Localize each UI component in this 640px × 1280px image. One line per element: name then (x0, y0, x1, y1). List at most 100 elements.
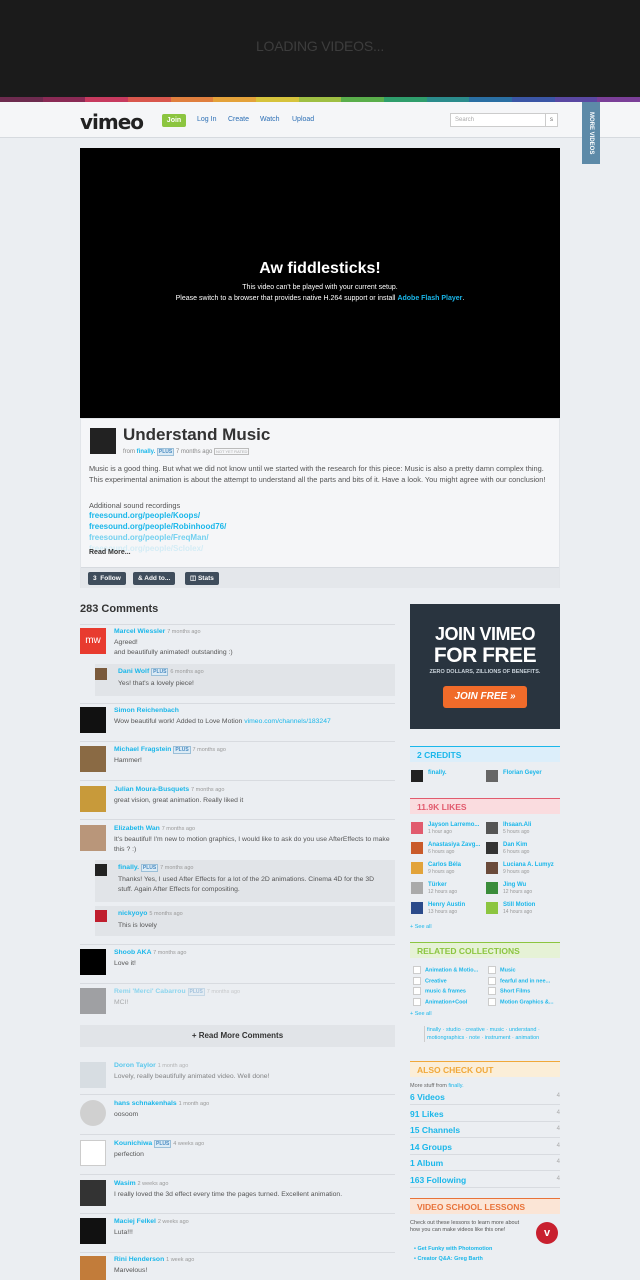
divider (80, 1252, 395, 1253)
sound-link[interactable]: freesound.org/people/FreqMan/ (89, 533, 209, 542)
add-to-button[interactable]: & Add to... (133, 572, 176, 585)
avatar[interactable] (80, 988, 106, 1014)
avatar[interactable] (95, 910, 107, 922)
divider (80, 703, 395, 704)
search-input[interactable]: Search s (450, 113, 558, 127)
ad-title: JOIN VIMEO (434, 624, 536, 644)
vimeo-logo[interactable]: vimeo (80, 110, 144, 134)
stats-button[interactable]: ◫ Stats (185, 572, 219, 585)
avatar[interactable] (80, 1256, 106, 1280)
video-player[interactable]: Aw fiddlesticks! This video can't be pla… (80, 148, 560, 418)
sound-link[interactable]: freesound.org/people/Koops/ (89, 511, 200, 520)
avatar[interactable] (80, 746, 106, 772)
flash-player-link[interactable]: Adobe Flash Player (397, 295, 462, 302)
collection-icon (413, 966, 421, 974)
join-vimeo-ad[interactable]: JOIN VIMEO FOR FREE ZERO DOLLARS, ZILLIO… (410, 604, 560, 729)
comment-author[interactable]: nickyoyo 5 months ago (118, 910, 183, 917)
comment-author[interactable]: Julian Moura-Busquets 7 months ago (114, 786, 224, 793)
search-icon[interactable]: s (545, 114, 557, 126)
collection-item[interactable]: Creative (413, 976, 447, 985)
likes-see-all[interactable]: + See all (410, 924, 432, 930)
collection-item[interactable]: fearful and in nee... (488, 976, 550, 985)
join-free-button[interactable]: JOIN FREE » (443, 686, 527, 708)
more-videos-tab[interactable]: MORE VIDEOS (582, 102, 600, 164)
comment-text: This is lovely (118, 922, 157, 929)
lesson-link[interactable]: • Get Funky with Photomotion (414, 1246, 492, 1252)
also-item[interactable]: 15 Channels 4 (410, 1122, 560, 1138)
avatar[interactable]: mw (80, 628, 106, 654)
read-more-link[interactable]: Read More... (89, 549, 131, 556)
comment-author[interactable]: Dani Wolf PLUS 6 months ago (118, 668, 204, 676)
comment-author[interactable]: Michael Fragstein PLUS 7 months ago (114, 746, 226, 754)
avatar (486, 902, 498, 914)
also-item[interactable]: 91 Likes 4 (410, 1106, 560, 1122)
collection-item[interactable]: Music (488, 966, 516, 974)
also-item[interactable]: 6 Videos 4 (410, 1089, 560, 1105)
collection-item[interactable]: Short Films (488, 987, 530, 995)
collections-see-all[interactable]: + See all (410, 1011, 432, 1017)
comment-author[interactable]: Maciej Felkel 2 weeks ago (114, 1218, 189, 1225)
avatar (411, 862, 423, 874)
also-item[interactable]: 1 Album 4 (410, 1155, 560, 1171)
comment-author[interactable]: finally. PLUS 7 months ago (118, 864, 193, 872)
comment-author[interactable]: Wasim 2 weeks ago (114, 1180, 168, 1187)
read-more-comments-button[interactable]: + Read More Comments (80, 1025, 395, 1047)
avatar[interactable] (80, 1100, 106, 1126)
comment-author[interactable]: Elizabeth Wan 7 months ago (114, 825, 195, 832)
avatar (486, 882, 498, 894)
comment-author[interactable]: Rini Henderson 1 week ago (114, 1256, 194, 1263)
avatar[interactable] (80, 707, 106, 733)
follow-button[interactable]: 3 Follow (88, 572, 126, 585)
divider (80, 780, 395, 781)
collection-icon (488, 976, 496, 985)
avatar[interactable] (80, 1062, 106, 1088)
nav-login[interactable]: Log In (197, 116, 216, 123)
avatar[interactable] (80, 949, 106, 975)
comment-text: Wow beautiful work! Added to Love Motion… (114, 718, 331, 725)
comment-author[interactable]: Simon Reichenbach (114, 707, 179, 714)
collection-item[interactable]: Motion Graphics &... (488, 997, 553, 1006)
author-thumbnail[interactable] (90, 428, 116, 454)
comment-author[interactable]: Marcel Wiessler 7 months ago (114, 628, 201, 635)
comment-text: oosoom (114, 1111, 139, 1118)
credits-header: 2 CREDITS (410, 746, 560, 762)
comment-author[interactable]: Shoob AKA 7 months ago (114, 949, 186, 956)
avatar[interactable] (80, 1140, 106, 1166)
avatar[interactable] (95, 864, 107, 876)
lesson-link[interactable]: • Creator Q&A: Greg Barth (414, 1256, 483, 1262)
comment-text: It's beautiful! I'm new to motion graphi… (114, 836, 390, 853)
also-item[interactable]: 163 Following 4 (410, 1172, 560, 1188)
loading-text: LOADING VIDEOS... (255, 38, 385, 54)
avatar[interactable] (80, 1218, 106, 1244)
collection-item[interactable]: Animation+Cool (413, 997, 467, 1006)
avatar[interactable] (80, 1180, 106, 1206)
avatar[interactable] (80, 786, 106, 812)
join-button[interactable]: Join (162, 114, 186, 127)
collection-item[interactable]: Animation & Motio... (413, 966, 478, 974)
collection-item[interactable]: music & frames (413, 987, 466, 995)
comment-text: great vision, great animation. Really li… (114, 797, 244, 804)
also-check-out-header: ALSO CHECK OUT (410, 1061, 560, 1077)
nav-watch[interactable]: Watch (260, 116, 280, 123)
avatar (411, 902, 423, 914)
loading-bar: LOADING VIDEOS... (0, 0, 640, 97)
nav-create[interactable]: Create (228, 116, 249, 123)
also-item[interactable]: 14 Groups 4 (410, 1139, 560, 1155)
avatar[interactable] (95, 668, 107, 680)
avatar[interactable] (80, 825, 106, 851)
author-link[interactable]: finally. (137, 449, 156, 455)
tag-list[interactable]: finally · studio · creative · music · un… (424, 1026, 560, 1042)
player-error-msg2: Please switch to a browser that provides… (175, 295, 465, 302)
collection-icon (413, 997, 421, 1006)
comment-author[interactable]: hans schnakenhals 1 month ago (114, 1100, 209, 1107)
sound-link[interactable]: freesound.org/people/Robinhood76/ (89, 522, 226, 531)
action-bar: 3 Follow & Add to... ◫ Stats (81, 567, 559, 588)
comment-author[interactable]: Kounichiwa PLUS 4 weeks ago (114, 1140, 204, 1148)
nav-upload[interactable]: Upload (292, 116, 314, 123)
comment-text: perfection (114, 1151, 144, 1158)
comment-author[interactable]: Doron Taylor 1 month ago (114, 1062, 188, 1069)
comments-header: 283 Comments (80, 603, 159, 615)
comment-text: Yes! that's a lovely piece! (118, 680, 194, 687)
comment-author[interactable]: Remi 'Merci' Cabarrou PLUS 7 months ago (114, 988, 240, 996)
channel-link[interactable]: vimeo.com/channels/183247 (244, 718, 331, 725)
